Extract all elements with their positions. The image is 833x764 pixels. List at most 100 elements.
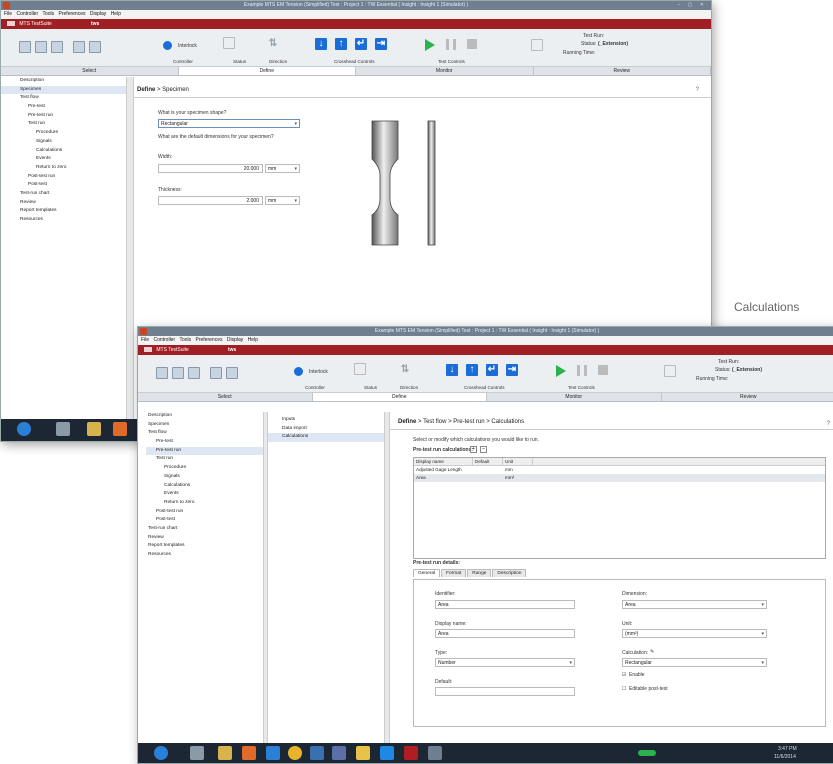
start-icon[interactable] (17, 422, 31, 436)
default-input[interactable] (435, 687, 575, 696)
tab-range[interactable]: Range (467, 569, 492, 577)
app-icon-2[interactable] (310, 746, 324, 760)
thickness-input[interactable]: 2.000 (158, 196, 263, 205)
tree-report-templates[interactable]: Report templates (146, 542, 263, 551)
jog-icon[interactable]: ⇥ (506, 364, 518, 376)
tree-calculations[interactable]: Calculations (1, 147, 126, 156)
direction-icon[interactable]: ⇅ (267, 38, 279, 50)
tree-test-run[interactable]: Test run (1, 120, 126, 129)
run-icon[interactable] (556, 365, 566, 377)
save-test-icon[interactable] (188, 367, 200, 379)
subnav-data-import[interactable]: Data import (268, 425, 384, 434)
skype-icon[interactable] (380, 746, 394, 760)
outlook-icon[interactable] (113, 422, 127, 436)
tree-post-test[interactable]: Post-test (1, 181, 126, 190)
folder-icon[interactable] (218, 746, 232, 760)
tree-resources[interactable]: Resources (146, 551, 263, 560)
tree-pre-test-run[interactable]: Pre-test run (1, 112, 126, 121)
tree-test-flow[interactable]: Test flow (1, 94, 126, 103)
status-dropdown[interactable]: Status (233, 59, 246, 64)
save-test-icon[interactable] (51, 41, 63, 53)
tab-monitor[interactable]: Monitor (487, 393, 662, 401)
tree-description[interactable]: Description (146, 412, 263, 421)
tree-test-flow[interactable]: Test flow (146, 429, 263, 438)
menu-help[interactable]: Help (248, 337, 258, 343)
tws-icon[interactable] (404, 746, 418, 760)
tree-events[interactable]: Events (1, 155, 126, 164)
crosshead-up-icon[interactable]: ↑ (466, 364, 478, 376)
tab-select[interactable]: Select (138, 393, 313, 401)
thickness-unit-select[interactable]: mm (265, 196, 300, 205)
jog-icon[interactable]: ⇥ (375, 38, 387, 50)
menu-display[interactable]: Display (90, 11, 106, 17)
shape-select[interactable]: Rectangular (158, 119, 300, 128)
tab-general[interactable]: General (413, 569, 441, 577)
interlock-checkbox[interactable]: Interlock (309, 369, 328, 375)
tab-review[interactable]: Review (662, 393, 833, 401)
tree-post-test[interactable]: Post-test (146, 516, 263, 525)
table-row[interactable]: Adjusted Gage Length mm (414, 466, 825, 474)
tree-specimen[interactable]: Specimen (1, 85, 126, 95)
tab-format[interactable]: Format (441, 569, 467, 577)
subnav-inputs[interactable]: Inputs (268, 416, 384, 425)
tree-pre-test[interactable]: Pre-test (146, 438, 263, 447)
width-unit-select[interactable]: mm (265, 164, 300, 173)
menu-tools[interactable]: Tools (179, 337, 191, 343)
menu-display[interactable]: Display (227, 337, 243, 343)
column-display-name[interactable]: Display name (414, 458, 473, 465)
menu-controller[interactable]: Controller (16, 11, 38, 17)
menu-preferences[interactable]: Preferences (196, 337, 223, 343)
tree-signals[interactable]: Signals (146, 473, 263, 482)
tree-test-run-chart[interactable]: Test-run chart (1, 190, 126, 199)
status-grid-icon[interactable] (354, 363, 366, 375)
editable-checkbox-icon[interactable]: ☐ (622, 686, 626, 692)
new-test-icon[interactable] (156, 367, 168, 379)
reset-icon[interactable] (163, 41, 172, 50)
tree-review[interactable]: Review (1, 199, 126, 208)
tab-monitor[interactable]: Monitor (356, 67, 534, 75)
tree-pre-test-run[interactable]: Pre-test run (146, 446, 263, 456)
subnav-calculations[interactable]: Calculations (268, 433, 384, 443)
return-icon[interactable]: ↵ (486, 364, 498, 376)
pause-icon[interactable] (577, 365, 587, 376)
tree-post-test-run[interactable]: Post-test run (1, 173, 126, 182)
outlook-icon[interactable] (242, 746, 256, 760)
remove-calculation-button[interactable]: – (480, 446, 487, 453)
folder-icon[interactable] (87, 422, 101, 436)
column-unit[interactable]: Unit (503, 458, 533, 465)
tree-procedure[interactable]: Procedure (146, 464, 263, 473)
chrome-icon[interactable] (288, 746, 302, 760)
menu-file[interactable]: File (4, 11, 12, 17)
pane-splitter[interactable] (127, 77, 134, 421)
export-icon[interactable] (89, 41, 101, 53)
display-name-input[interactable]: Area (435, 629, 575, 638)
tree-events[interactable]: Events (146, 490, 263, 499)
run-icon[interactable] (425, 39, 435, 51)
menu-file[interactable]: File (141, 337, 149, 343)
open-test-icon[interactable] (35, 41, 47, 53)
help-icon[interactable]: ? (696, 87, 699, 93)
dimension-select[interactable]: Area (622, 600, 767, 609)
pane-splitter-2[interactable] (385, 412, 390, 744)
tree-specimen[interactable]: Specimen (146, 421, 263, 430)
tab-review[interactable]: Review (534, 67, 711, 75)
unit-select[interactable]: (mm²) (622, 629, 767, 638)
status-grid-icon[interactable] (223, 37, 235, 49)
menu-controller[interactable]: Controller (153, 337, 175, 343)
tree-post-test-run[interactable]: Post-test run (146, 508, 263, 517)
copy-icon[interactable] (210, 367, 222, 379)
menu-help[interactable]: Help (111, 11, 121, 17)
copy-icon[interactable] (73, 41, 85, 53)
tree-signals[interactable]: Signals (1, 138, 126, 147)
app-icon-3[interactable] (332, 746, 346, 760)
export-icon[interactable] (226, 367, 238, 379)
calculation-select[interactable]: Rectangular (622, 658, 767, 667)
ie-icon[interactable] (266, 746, 280, 760)
edit-calculation-icon[interactable]: ✎ (650, 649, 654, 655)
app-icon-5[interactable] (428, 746, 442, 760)
tab-description[interactable]: Description (492, 569, 527, 577)
table-row-selected[interactable]: Area mm² (414, 474, 825, 482)
menu-tools[interactable]: Tools (42, 11, 54, 17)
identifier-input[interactable]: Area (435, 600, 575, 609)
width-input[interactable]: 20.000 (158, 164, 263, 173)
